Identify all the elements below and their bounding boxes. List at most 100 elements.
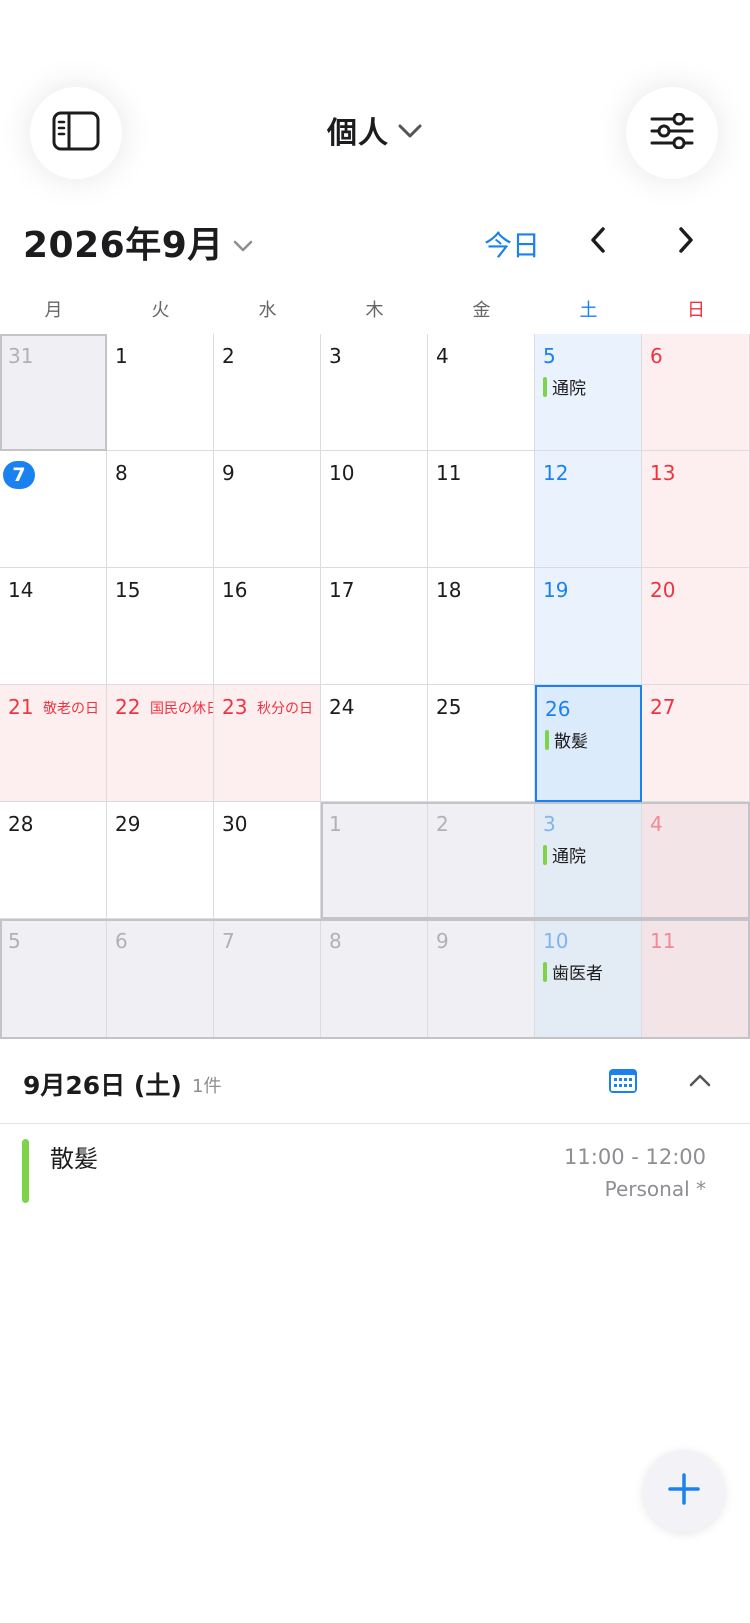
day-cell[interactable]: 15: [107, 568, 214, 685]
day-cell[interactable]: 25: [428, 685, 535, 802]
event-time: 11:00 - 12:00: [564, 1145, 706, 1169]
day-number: 1: [115, 344, 128, 368]
event-list-item[interactable]: 散髪 11:00 - 12:00 Personal *: [0, 1125, 750, 1215]
day-number: 31: [8, 344, 34, 368]
day-cell[interactable]: 5: [0, 919, 107, 1039]
day-cell[interactable]: 16: [214, 568, 321, 685]
cell-event-title: 通院: [552, 847, 586, 867]
day-number: 6: [115, 929, 128, 953]
day-number: 29: [115, 812, 141, 836]
event-calendar: Personal *: [604, 1177, 706, 1201]
day-number: 10: [329, 461, 355, 485]
day-number: 10: [543, 929, 569, 953]
day-number: 3: [543, 812, 556, 836]
day-cell[interactable]: 18: [428, 568, 535, 685]
day-cell[interactable]: 24: [321, 685, 428, 802]
chevron-right-icon: [676, 227, 696, 258]
day-cell[interactable]: 7: [214, 919, 321, 1039]
day-cell[interactable]: 11: [642, 919, 750, 1039]
plus-icon: [667, 1472, 701, 1510]
today-badge: 7: [3, 461, 35, 489]
day-cell[interactable]: 2: [428, 802, 535, 919]
day-number: 18: [436, 578, 462, 602]
day-cell[interactable]: 27: [642, 685, 750, 802]
day-cell[interactable]: 4: [428, 334, 535, 451]
add-event-button[interactable]: [643, 1450, 725, 1532]
chevron-up-icon: [688, 1073, 712, 1092]
day-cell[interactable]: 29: [107, 802, 214, 919]
day-number: 16: [222, 578, 248, 602]
event-count: 1件: [192, 1076, 222, 1097]
day-number: 26: [545, 697, 571, 721]
day-number: 1: [329, 812, 342, 836]
day-cell[interactable]: 30: [214, 802, 321, 919]
day-cell[interactable]: 28: [0, 802, 107, 919]
day-cell[interactable]: 12: [535, 451, 642, 568]
day-number: 4: [436, 344, 449, 368]
day-cell[interactable]: 8: [321, 919, 428, 1039]
month-navigation: 2026年9月 今日: [0, 210, 750, 270]
chevron-down-icon: [232, 222, 254, 263]
day-cell[interactable]: 6: [107, 919, 214, 1039]
day-number: 11: [436, 461, 462, 485]
day-cell[interactable]: 26 散髪: [535, 685, 642, 802]
day-cell[interactable]: 10 歯医者: [535, 919, 642, 1039]
top-bar: 個人: [0, 0, 750, 200]
day-cell[interactable]: 3 通院: [535, 802, 642, 919]
day-cell[interactable]: 13: [642, 451, 750, 568]
holiday-label: 秋分の日: [257, 701, 313, 717]
event-color-bar: [22, 1139, 29, 1203]
event-color-bar: [543, 376, 547, 397]
day-cell[interactable]: 4: [642, 802, 750, 919]
selected-date-label: 9月26日 (土): [23, 1071, 182, 1100]
day-number: 30: [222, 812, 248, 836]
day-cell[interactable]: 21 敬老の日: [0, 685, 107, 802]
month-picker[interactable]: 2026年9月: [23, 216, 254, 268]
weekday-label: 月: [44, 300, 63, 321]
month-label: 2026年9月: [23, 225, 224, 266]
day-cell[interactable]: 14: [0, 568, 107, 685]
day-cell[interactable]: 9: [428, 919, 535, 1039]
day-number: 15: [115, 578, 141, 602]
selected-day-header: 9月26日 (土) 1件: [0, 1042, 750, 1124]
day-cell[interactable]: 5 通院: [535, 334, 642, 451]
day-cell[interactable]: 17: [321, 568, 428, 685]
day-cell[interactable]: 8: [107, 451, 214, 568]
day-number: 2: [222, 344, 235, 368]
day-number: 12: [543, 461, 569, 485]
day-cell[interactable]: 19: [535, 568, 642, 685]
day-cell[interactable]: 1: [321, 802, 428, 919]
weekday-header: 月火水木金土日: [0, 294, 750, 324]
day-cell[interactable]: 1: [107, 334, 214, 451]
cell-event: 散髪: [545, 727, 588, 752]
day-number: 17: [329, 578, 355, 602]
collapse-button[interactable]: [688, 1072, 712, 1092]
day-cell[interactable]: 6: [642, 334, 750, 451]
calendar-view-button[interactable]: [608, 1066, 638, 1098]
day-cell[interactable]: 3: [321, 334, 428, 451]
cell-event: 歯医者: [543, 959, 603, 984]
day-cell[interactable]: 20: [642, 568, 750, 685]
day-cell[interactable]: 2: [214, 334, 321, 451]
cell-event-title: 散髪: [554, 732, 588, 752]
cell-event-title: 歯医者: [552, 964, 603, 984]
day-number: 24: [329, 695, 355, 719]
day-cell[interactable]: 7: [0, 451, 107, 568]
day-cell[interactable]: 9: [214, 451, 321, 568]
event-color-bar: [545, 729, 549, 750]
day-number: 7: [222, 929, 235, 953]
today-button[interactable]: 今日: [484, 224, 540, 264]
day-cell[interactable]: 11: [428, 451, 535, 568]
day-cell[interactable]: 31: [0, 334, 107, 451]
next-month-button[interactable]: [676, 226, 696, 258]
sliders-icon: [650, 112, 694, 153]
day-cell[interactable]: 10: [321, 451, 428, 568]
weekday-label: 日: [687, 300, 705, 321]
chevron-left-icon: [588, 227, 608, 258]
day-cell[interactable]: 23 秋分の日: [214, 685, 321, 802]
day-cell[interactable]: 22 国民の休日: [107, 685, 214, 802]
filter-button[interactable]: [626, 87, 718, 179]
holiday-label: 国民の休日: [150, 701, 214, 717]
previous-month-button[interactable]: [588, 226, 608, 258]
calendar-name: 個人: [327, 116, 389, 151]
